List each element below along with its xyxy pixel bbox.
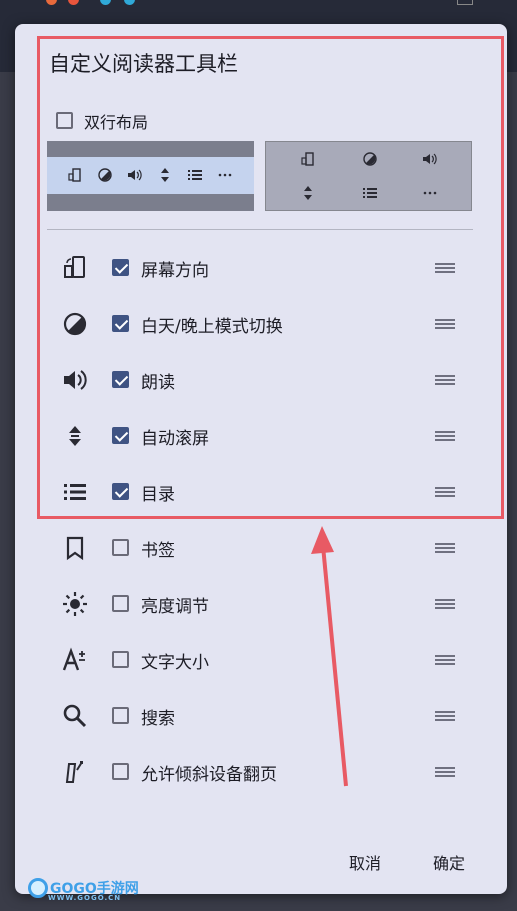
double-row-preview[interactable] [265,141,472,211]
app-icon-4 [124,0,135,5]
auto-scroll-icon [69,426,81,446]
list-icon [64,484,86,500]
auto-scroll-icon [304,186,312,200]
list-icon [188,170,202,180]
drag-handle-icon [457,0,473,5]
drag-handle-icon[interactable] [435,431,455,441]
item-label: 自动滚屏 [141,429,209,449]
auto-scroll-icon [161,168,169,182]
font-size-icon [62,647,85,671]
item-label: 书签 [141,541,175,561]
day-night-toggle-icon [63,312,87,336]
drag-handle-icon[interactable] [435,711,455,721]
confirm-button[interactable]: 确定 [433,850,465,874]
item-checkbox[interactable] [112,483,129,500]
search-icon [63,704,87,728]
item-checkbox[interactable] [112,259,129,276]
speaker-icon [128,169,142,181]
item-label: 白天/晚上模式切换 [141,317,283,337]
speaker-icon [64,370,87,390]
drag-handle-icon[interactable] [435,319,455,329]
preview-toolbar [47,157,254,194]
item-label: 亮度调节 [141,597,209,617]
divider [47,229,473,230]
item-checkbox[interactable] [112,315,129,332]
item-label: 文字大小 [141,653,209,673]
item-checkbox[interactable] [112,595,129,612]
drag-handle-icon[interactable] [435,655,455,665]
more-icon [423,191,437,195]
cancel-button[interactable]: 取消 [349,850,381,874]
drag-handle-icon[interactable] [435,767,455,777]
watermark-subtext: WWW.GOGO.CN [48,894,122,902]
double-row-label: 双行布局 [84,113,149,132]
list-icon [363,188,377,198]
gogo-logo-icon [28,878,48,898]
speaker-icon [423,153,437,165]
item-label: 搜索 [141,709,175,729]
double-row-checkbox[interactable] [56,112,73,129]
bookmark-icon [66,536,84,561]
dialog-title: 自定义阅读器工具栏 [49,52,238,76]
app-icon-3 [100,0,111,5]
brightness-icon [63,592,87,616]
app-icon-2 [68,0,79,5]
drag-handle-icon[interactable] [435,487,455,497]
item-checkbox[interactable] [112,707,129,724]
tilt-device-icon [65,761,83,783]
more-icon [218,173,232,177]
drag-handle-icon[interactable] [435,599,455,609]
item-checkbox[interactable] [112,539,129,556]
drag-handle-icon[interactable] [435,375,455,385]
app-icon-1 [46,0,57,5]
single-row-preview[interactable] [47,141,254,211]
toolbar-customize-dialog: 自定义阅读器工具栏 双行布局 屏幕方向 白天/晚上模式切换 朗读 自动滚屏 目录… [15,24,507,894]
drag-handle-icon[interactable] [435,263,455,273]
drag-handle-icon[interactable] [435,543,455,553]
screen-rotation-icon [301,152,314,166]
item-label: 屏幕方向 [141,261,209,281]
item-checkbox[interactable] [112,763,129,780]
item-checkbox[interactable] [112,651,129,668]
day-night-toggle-icon [363,152,377,166]
item-checkbox[interactable] [112,427,129,444]
item-label: 允许倾斜设备翻页 [141,765,277,785]
screen-rotation-icon [64,256,85,278]
screen-rotation-icon [68,168,81,182]
item-checkbox[interactable] [112,371,129,388]
item-label: 朗读 [141,373,175,393]
item-label: 目录 [141,485,175,505]
day-night-toggle-icon [98,168,112,182]
